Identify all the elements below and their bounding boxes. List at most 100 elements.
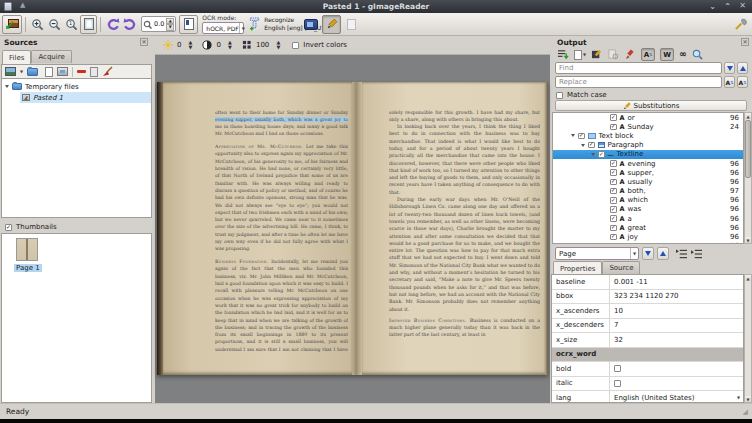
hocr-tree-row[interactable]: ✓Agreat96 [553, 223, 743, 232]
hocr-tree-row[interactable]: ✓—Textline [553, 150, 743, 159]
tab-files[interactable]: Files [2, 50, 31, 64]
maximize-button[interactable]: ⌃ [724, 3, 731, 11]
rotation-spinbox[interactable]: 0.0 ▲▼ [141, 16, 176, 32]
italic-checkbox[interactable] [614, 380, 621, 387]
layout-toggle-button[interactable] [179, 15, 198, 34]
resize-grip[interactable]: ◢ [743, 408, 748, 416]
add-image-button[interactable] [2, 15, 22, 34]
thumbnails-checkbox[interactable]: ✓ [5, 224, 12, 231]
bold-checkbox[interactable] [614, 365, 621, 372]
replace-input[interactable]: Replace [555, 76, 722, 88]
property-value[interactable]: 0.001 -11 [610, 275, 743, 289]
hocr-tree-row[interactable]: ✓Awas96 [553, 205, 743, 214]
item-checkbox[interactable]: ✓ [610, 206, 617, 213]
new-document-button[interactable] [343, 15, 360, 34]
search-output-icon[interactable] [692, 49, 703, 60]
hocr-tree-row[interactable]: ✓Aboth,97 [553, 187, 743, 196]
item-checkbox[interactable]: ✓ [598, 151, 605, 158]
rotate-left-button[interactable] [104, 15, 121, 34]
item-checkbox[interactable]: ✓ [610, 243, 617, 244]
item-checkbox[interactable]: ✓ [588, 142, 595, 149]
image-canvas[interactable]: often went to their home for Sunday dinn… [155, 55, 550, 403]
page-thumbnail[interactable] [16, 238, 38, 261]
selected-source-row[interactable]: Pasted 1 [20, 92, 151, 103]
zoom-original-button[interactable]: 1 [63, 15, 80, 34]
page-down-button[interactable] [642, 247, 654, 260]
property-value[interactable]: English (United States)▼ [610, 391, 743, 403]
highlighted-textline[interactable]: evening supper, usually both, which was … [215, 117, 348, 122]
lang-dropdown-icon[interactable]: ▼ [737, 395, 740, 400]
property-value[interactable] [610, 362, 743, 376]
output-close-icon[interactable]: ✕ [741, 38, 749, 46]
item-checkbox[interactable]: ✓ [610, 114, 617, 121]
open-output-button[interactable]: ▼ [574, 50, 586, 60]
hocr-tree-row[interactable]: ✓Aevening96 [553, 159, 743, 168]
resolution-spin[interactable]: ▲▼ [274, 40, 282, 50]
hocr-tree-row[interactable]: ✓Aor96 [553, 113, 743, 122]
expand-all-icon[interactable] [676, 249, 688, 259]
add-images-icon[interactable] [5, 67, 16, 76]
rotate-right-button[interactable] [121, 15, 138, 34]
invert-colors-checkbox[interactable] [292, 42, 299, 49]
hocr-tree-row[interactable]: ✓Asupper,96 [553, 168, 743, 177]
find-input[interactable]: Find [555, 62, 722, 74]
expander-icon[interactable] [5, 85, 9, 88]
zoom-fit-button[interactable] [80, 15, 97, 34]
substitutions-button[interactable]: Substitutions [555, 100, 747, 111]
close-button[interactable]: ✕ [739, 2, 746, 10]
export-icon[interactable] [557, 49, 569, 60]
zoom-out-button[interactable] [46, 15, 63, 34]
collapse-all-icon[interactable] [691, 249, 703, 259]
property-value[interactable]: 7 [610, 319, 743, 333]
sources-close-icon[interactable]: ✕ [140, 38, 148, 46]
tab-properties[interactable]: Properties [553, 261, 602, 275]
property-value[interactable]: 10 [610, 304, 743, 318]
item-checkbox[interactable]: ✓ [610, 160, 617, 167]
replace-all-button[interactable]: A⇅ [737, 76, 748, 88]
add-images-dropdown-icon[interactable]: ▼ [20, 69, 23, 74]
replace-button[interactable]: A⇅ [724, 76, 735, 88]
expander-icon[interactable] [571, 134, 575, 137]
item-checkbox[interactable]: ✓ [610, 188, 617, 195]
rotation-spin-buttons[interactable]: ▲▼ [166, 18, 174, 31]
item-checkbox[interactable]: ✓ [610, 179, 617, 186]
tree-scrollbar[interactable]: ▲ ▼ [744, 112, 752, 244]
clear-sources-icon[interactable] [102, 66, 114, 77]
remove-source-icon[interactable] [77, 70, 86, 73]
strip-formatting-icon[interactable] [624, 49, 636, 60]
page-combo[interactable]: Page▼ [555, 247, 639, 260]
match-case-checkbox[interactable] [556, 92, 563, 99]
tab-acquire[interactable]: Acquire [31, 50, 71, 63]
expander-icon[interactable] [581, 144, 585, 147]
confidence-toggle[interactable]: W [660, 48, 674, 61]
find-prev-button[interactable] [737, 62, 748, 74]
output-pane-button[interactable] [302, 15, 319, 34]
hocr-tree-row[interactable]: ✓Text block [553, 131, 743, 140]
settings-button[interactable] [732, 15, 749, 34]
hocr-tree-row[interactable]: ✓Aa96 [553, 214, 743, 223]
property-value[interactable]: 323 234 1120 270 [610, 290, 743, 304]
hocr-tree-row[interactable]: ✓Ausually96 [553, 177, 743, 186]
item-checkbox[interactable]: ✓ [610, 234, 617, 241]
delete-source-icon[interactable] [90, 67, 98, 77]
item-checkbox[interactable]: ✓ [610, 215, 617, 222]
minimize-button[interactable]: ⌄ [709, 3, 716, 11]
font-filter-toggle[interactable]: A⇅ [641, 48, 655, 61]
zoom-in-button[interactable] [29, 15, 46, 34]
infinity-icon[interactable]: ∞ [679, 50, 687, 59]
substitution-edit-icon[interactable] [591, 49, 603, 60]
resolution-value[interactable]: 100 [256, 41, 269, 49]
item-checkbox[interactable]: ✓ [610, 124, 617, 131]
brightness-spin[interactable]: ▲▼ [186, 40, 194, 50]
hocr-tree-row[interactable]: ✓Paragraph [553, 141, 743, 150]
paste-icon[interactable] [45, 67, 53, 77]
find-next-button[interactable] [724, 62, 735, 74]
hocr-tree-row[interactable]: ✓ASunday24 [553, 122, 743, 131]
tree-item-pasted-1[interactable]: Pasted 1 [2, 92, 151, 103]
hocr-tree-row[interactable]: ✓Ajoy96 [553, 232, 743, 241]
tab-source[interactable]: Source [602, 261, 640, 274]
hocr-tree-row[interactable]: ✓Awhich96 [553, 196, 743, 205]
tree-item-temporary-files[interactable]: Temporary files [2, 81, 151, 92]
property-value[interactable] [610, 377, 743, 391]
item-checkbox[interactable]: ✓ [578, 133, 585, 140]
